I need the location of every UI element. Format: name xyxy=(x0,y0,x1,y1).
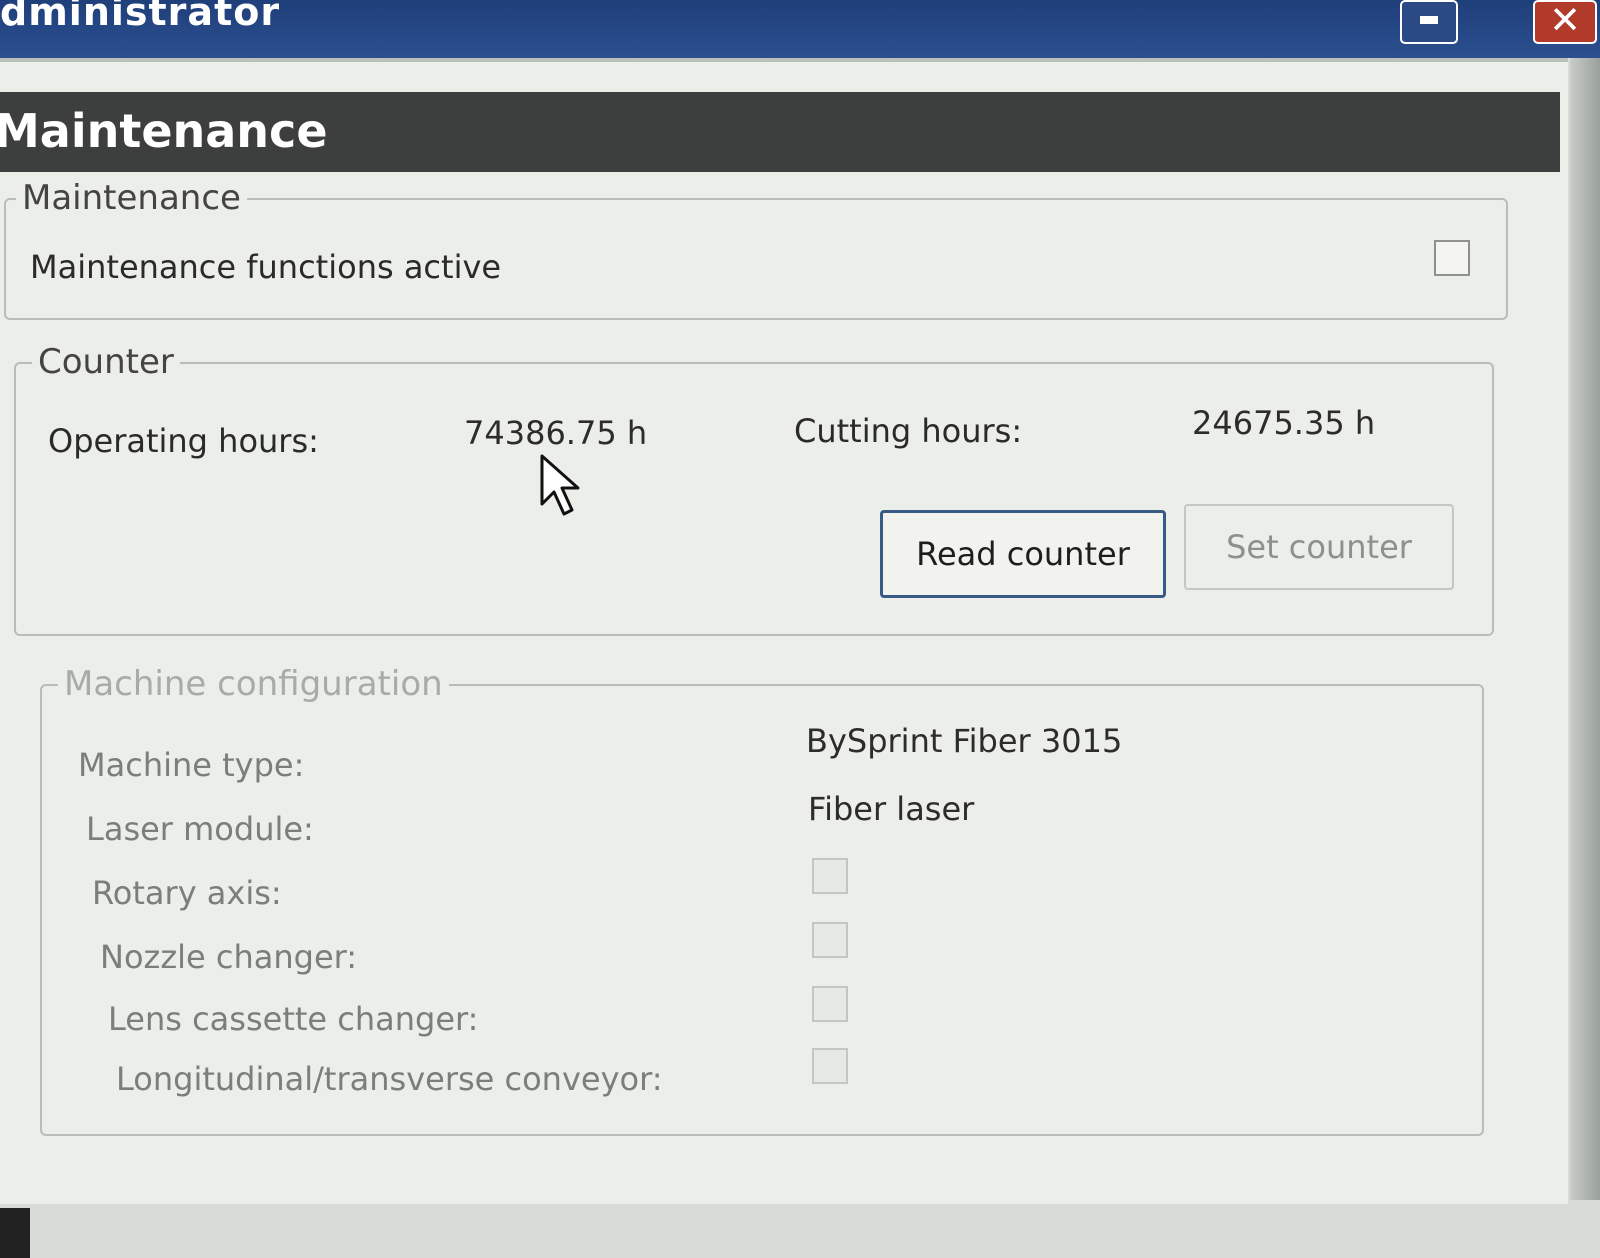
machine-config-group: Machine configuration Machine type: BySp… xyxy=(40,664,1484,1136)
nozzle-changer-label: Nozzle changer: xyxy=(100,938,357,976)
desktop-edge xyxy=(1570,58,1600,1200)
lens-cassette-changer-label: Lens cassette changer: xyxy=(108,1000,479,1038)
laser-module-label: Laser module: xyxy=(86,810,314,848)
rotary-axis-checkbox[interactable] xyxy=(812,858,848,894)
maintenance-window: Maintenance Maintenance Maintenance func… xyxy=(0,58,1568,1204)
counter-group-legend: Counter xyxy=(32,342,180,382)
lens-cassette-changer-checkbox[interactable] xyxy=(812,986,848,1022)
laser-module-value: Fiber laser xyxy=(808,790,975,828)
page-header: Maintenance xyxy=(0,92,1560,172)
maintenance-group-legend: Maintenance xyxy=(16,178,247,218)
nozzle-changer-checkbox[interactable] xyxy=(812,922,848,958)
close-icon: ✕ xyxy=(1549,0,1581,42)
toolbar-icon[interactable] xyxy=(0,1208,30,1258)
conveyor-checkbox[interactable] xyxy=(812,1048,848,1084)
set-counter-button[interactable]: Set counter xyxy=(1184,504,1454,590)
page-title: Maintenance xyxy=(0,104,328,158)
counter-group: Counter Operating hours: 74386.75 h Cutt… xyxy=(14,342,1494,636)
cutting-hours-value: 24675.35 h xyxy=(1192,404,1376,442)
maintenance-active-checkbox[interactable] xyxy=(1434,240,1470,276)
close-button[interactable]: ✕ xyxy=(1533,0,1597,44)
mouse-cursor-icon xyxy=(540,454,580,516)
title-bar: dministrator ✕ xyxy=(0,0,1600,58)
minimize-button[interactable] xyxy=(1400,0,1458,44)
machine-type-value: BySprint Fiber 3015 xyxy=(806,722,1123,760)
operating-hours-value: 74386.75 h xyxy=(464,414,648,452)
operating-hours-label: Operating hours: xyxy=(48,422,319,460)
machine-type-label: Machine type: xyxy=(78,746,305,784)
rotary-axis-label: Rotary axis: xyxy=(92,874,282,912)
conveyor-label: Longitudinal/transverse conveyor: xyxy=(116,1060,663,1098)
window-title: dministrator xyxy=(0,0,281,34)
maintenance-active-label: Maintenance functions active xyxy=(30,248,502,286)
maintenance-group: Maintenance Maintenance functions active xyxy=(4,178,1508,320)
read-counter-button[interactable]: Read counter xyxy=(880,510,1166,598)
cutting-hours-label: Cutting hours: xyxy=(794,412,1023,450)
machine-config-legend: Machine configuration xyxy=(58,664,449,704)
